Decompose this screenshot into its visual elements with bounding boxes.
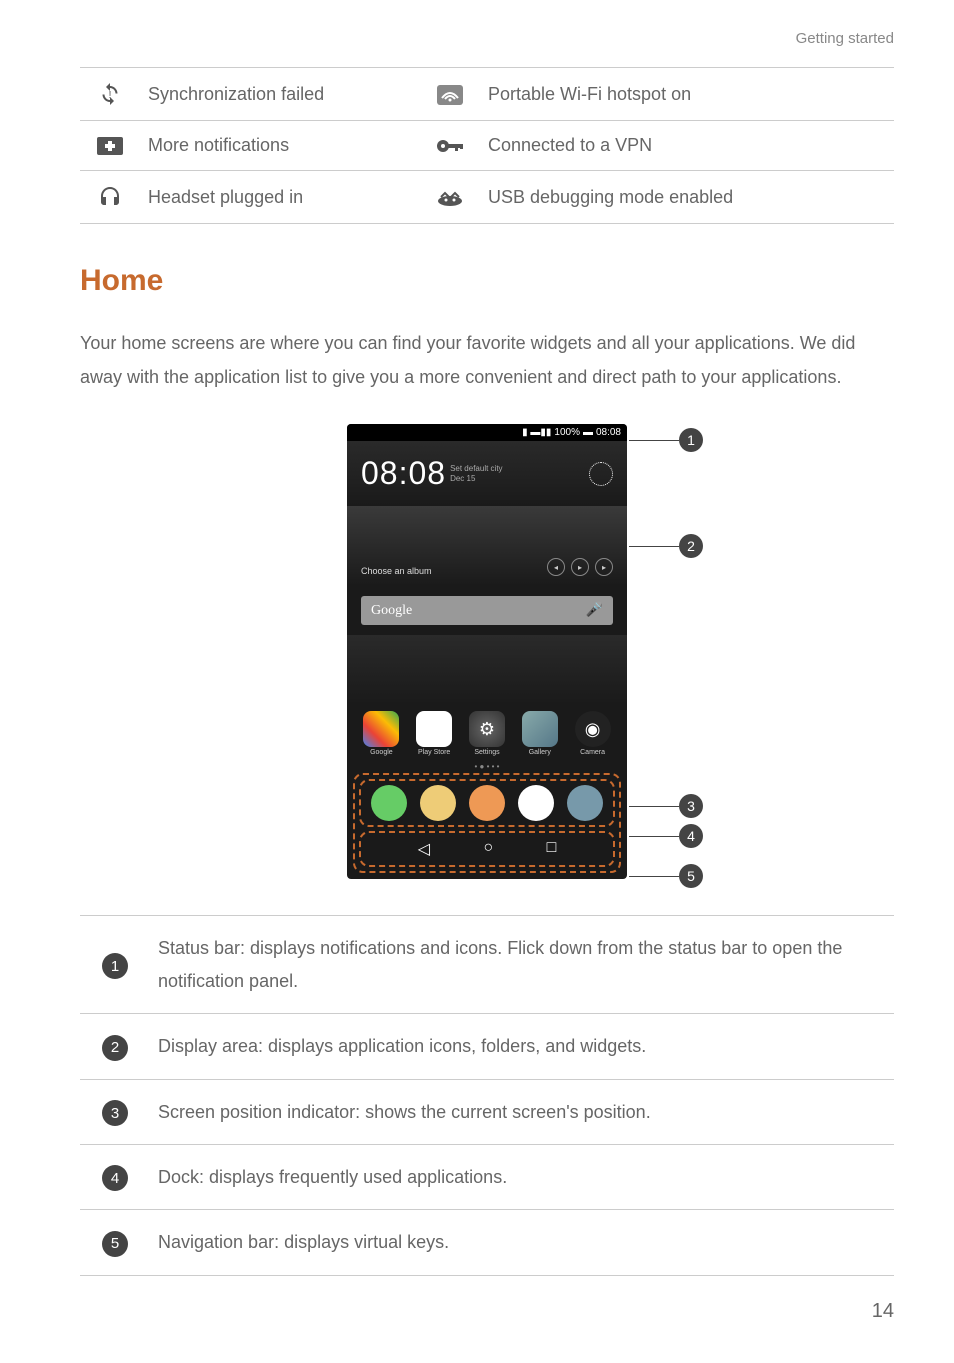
legend-num-2: 2 [102,1035,128,1061]
icon-table: ! Synchronization failed Portable Wi-Fi … [80,67,894,224]
mic-icon: 🎤 [586,602,603,619]
weather-icon [589,462,613,486]
vpn-icon [420,121,480,171]
empty-area [347,635,627,705]
callout-2: 2 [679,534,703,558]
back-key-icon: ◁ [418,839,430,859]
legend-text-1: Status bar: displays notifications and i… [150,916,894,1014]
phone-mockup: ▮ ▬▮▮ 100% ▬ 08:08 08:08 Set default cit… [347,424,627,879]
icon-row: ! Synchronization failed Portable Wi-Fi … [80,68,894,121]
dock-row [359,779,615,827]
navbar: ◁ ○ □ [359,831,615,867]
app-row: Google ▶Play Store ⚙Settings Gallery ◉Ca… [347,705,627,760]
dock-contacts-icon [420,785,456,821]
legend-num-1: 1 [102,953,128,979]
app-google: Google [356,711,406,756]
dashed-group: ◁ ○ □ [353,773,621,873]
callout-5: 5 [679,864,703,888]
music-widget: Choose an album ◂ ▸ ▸ [347,506,627,586]
callout-3: 3 [679,794,703,818]
app-camera: ◉Camera [568,711,618,756]
app-gallery: Gallery [515,711,565,756]
battery-icon: ▬ [583,427,593,438]
dock-phone-icon [371,785,407,821]
section-title: Home [80,264,894,298]
callout-1: 1 [679,428,703,452]
sync-failed-icon: ! [80,68,140,121]
prev-icon: ◂ [547,558,565,576]
header-section: Getting started [80,30,894,47]
app-playstore: ▶Play Store [409,711,459,756]
screenshot-figure: ▮ ▬▮▮ 100% ▬ 08:08 08:08 Set default cit… [80,424,894,879]
icon-row: More notifications Connected to a VPN [80,121,894,171]
svg-text:!: ! [109,90,112,101]
usb-debug-icon [420,171,480,224]
legend-row: 1 Status bar: displays notifications and… [80,916,894,1014]
headset-desc: Headset plugged in [140,171,420,224]
home-key-icon: ○ [483,839,493,859]
wifi-hotspot-icon [420,68,480,121]
wifi-hotspot-desc: Portable Wi-Fi hotspot on [480,68,894,121]
legend-num-5: 5 [102,1231,128,1257]
recent-key-icon: □ [547,839,557,859]
clock-city: Set default city [450,464,502,474]
music-label: Choose an album [361,566,432,576]
legend-row: 4 Dock: displays frequently used applica… [80,1144,894,1209]
usb-debug-desc: USB debugging mode enabled [480,171,894,224]
page-number: 14 [80,1300,894,1323]
more-notifications-icon [80,121,140,171]
app-settings: ⚙Settings [462,711,512,756]
clock-time: 08:08 [361,455,446,492]
legend-text-4: Dock: displays frequently used applicati… [150,1144,894,1209]
legend-num-3: 3 [102,1100,128,1126]
phone-statusbar: ▮ ▬▮▮ 100% ▬ 08:08 [347,424,627,441]
dock-messages-icon [518,785,554,821]
vpn-desc: Connected to a VPN [480,121,894,171]
legend-num-4: 4 [102,1165,128,1191]
sync-failed-desc: Synchronization failed [140,68,420,121]
google-label: Google [371,603,412,619]
clock-widget: 08:08 Set default city Dec 15 [347,441,627,506]
dock-apps-icon [567,785,603,821]
icon-row: Headset plugged in USB debugging mode en… [80,171,894,224]
play-icon: ▸ [571,558,589,576]
status-time: 08:08 [596,427,621,438]
callout-4: 4 [679,824,703,848]
more-notifications-desc: More notifications [140,121,420,171]
google-widget: Google 🎤 [361,596,613,625]
legend-text-2: Display area: displays application icons… [150,1014,894,1079]
headset-icon [80,171,140,224]
battery-text: 100% [554,427,580,438]
clock-date: Dec 15 [450,474,502,484]
legend-text-5: Navigation bar: displays virtual keys. [150,1210,894,1275]
legend-table: 1 Status bar: displays notifications and… [80,915,894,1275]
legend-row: 3 Screen position indicator: shows the c… [80,1079,894,1144]
legend-text-3: Screen position indicator: shows the cur… [150,1079,894,1144]
dock-browser-icon [469,785,505,821]
intro-paragraph: Your home screens are where you can find… [80,326,894,394]
page-dots: • ● • • • [347,760,627,773]
next-icon: ▸ [595,558,613,576]
legend-row: 2 Display area: displays application ico… [80,1014,894,1079]
signal-icon: ▮ ▬▮▮ [522,427,551,438]
legend-row: 5 Navigation bar: displays virtual keys. [80,1210,894,1275]
